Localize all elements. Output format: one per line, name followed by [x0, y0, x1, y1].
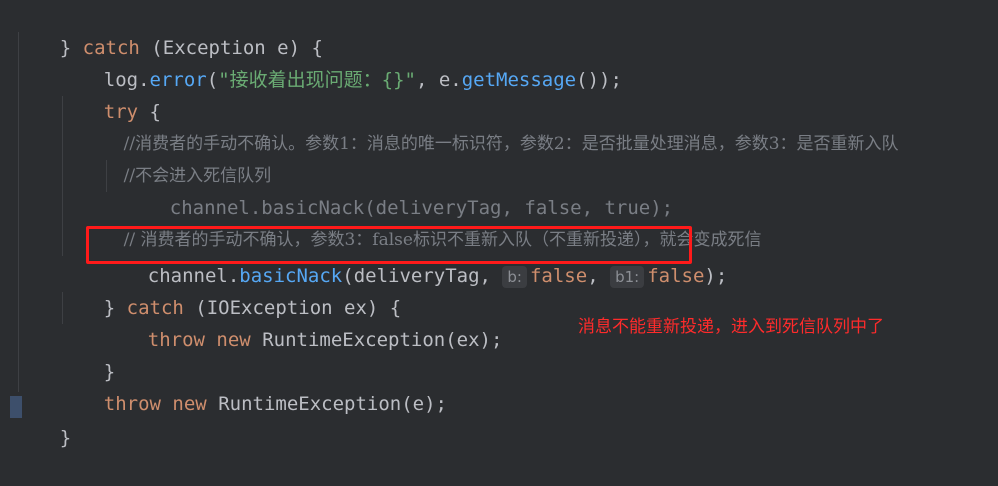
code-line-3: try { — [103, 101, 161, 123]
param-hint-b: b: — [502, 265, 527, 288]
code-editor[interactable]: } catch (Exception e) { log.error("接收着出现… — [0, 0, 998, 449]
code-line-close-try: } — [103, 361, 116, 383]
code-line-close-method: } — [59, 427, 72, 449]
comment-line-3: // 消费者的手动不确认，参数3：false标识不重新入队（不重新投递），就会变… — [123, 230, 762, 250]
highlight-box — [86, 226, 692, 264]
comment-line-1: //消费者的手动不确认。参数1：消息的唯一标识符，参数2：是否批量处理消息，参数… — [123, 134, 899, 154]
code-line-catch-io: } catch (IOException ex) { — [103, 297, 402, 319]
code-line-2: log.error("接收着出现问题：{}", e.getMessage()); — [103, 69, 622, 91]
code-line-throw-e: throw new RuntimeException(e); — [103, 393, 447, 415]
commented-code-line: channel.basicNack(deliveryTag, false, tr… — [169, 197, 674, 219]
param-hint-b1: b1: — [610, 265, 645, 288]
annotation-note: 消息不能重新投递，进入到死信队列中了 — [578, 317, 884, 337]
code-line-throw-ex: throw new RuntimeException(ex); — [147, 329, 503, 351]
code-line-1: } catch (Exception e) { — [59, 37, 323, 59]
comment-line-2: //不会进入死信队列 — [123, 166, 272, 186]
